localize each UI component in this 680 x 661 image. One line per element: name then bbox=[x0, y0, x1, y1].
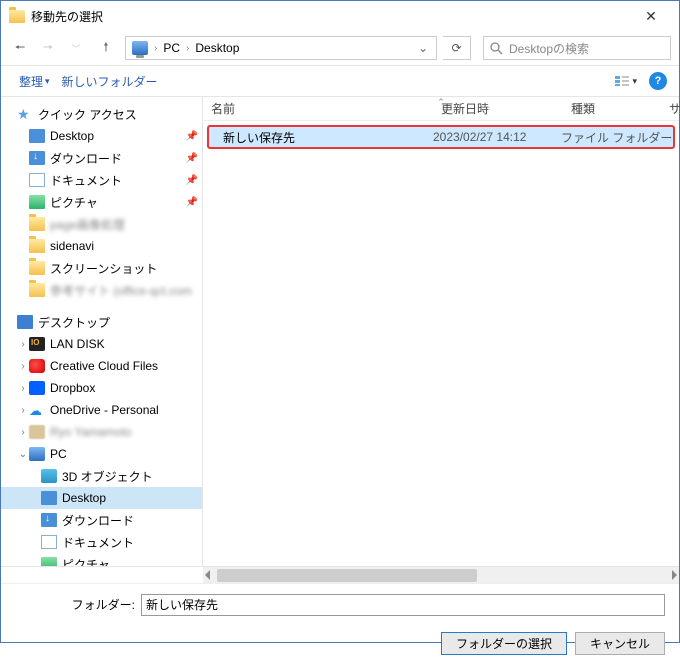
folder-icon bbox=[9, 10, 25, 23]
refresh-button[interactable]: ⟳ bbox=[443, 36, 471, 60]
file-name: 新しい保存先 bbox=[223, 129, 433, 146]
view-icon bbox=[614, 75, 630, 87]
pin-icon: 📌 bbox=[186, 153, 198, 164]
folder-name-input[interactable] bbox=[141, 594, 665, 616]
desktop-icon bbox=[29, 129, 45, 143]
download-icon bbox=[41, 513, 57, 527]
document-icon bbox=[29, 173, 45, 187]
tree-item-selected[interactable]: Desktop bbox=[1, 487, 202, 509]
breadcrumb-pc[interactable]: PC bbox=[159, 41, 184, 55]
user-icon bbox=[29, 425, 45, 439]
tree-item[interactable]: スクリーンショット bbox=[1, 257, 202, 279]
col-type[interactable]: 種類 bbox=[563, 100, 661, 117]
column-headers[interactable]: ⌃ 名前 更新日時 種類 サ bbox=[203, 97, 679, 121]
3dobjects-icon bbox=[41, 469, 57, 483]
tree-item[interactable]: sidenavi bbox=[1, 235, 202, 257]
tree-item[interactable]: 参考サイト (office-qct.com bbox=[1, 279, 202, 301]
chevron-right-icon[interactable]: › bbox=[152, 43, 159, 54]
star-icon bbox=[17, 107, 33, 121]
nav-tree[interactable]: クイック アクセス Desktop📌 ダウンロード📌 ドキュメント📌 ピクチャ📌… bbox=[1, 97, 203, 566]
pin-icon: 📌 bbox=[186, 131, 198, 142]
address-bar[interactable]: › PC › Desktop ⌄ bbox=[125, 36, 437, 60]
folder-icon bbox=[29, 261, 45, 275]
breadcrumb-desktop[interactable]: Desktop bbox=[191, 41, 243, 55]
search-icon bbox=[490, 42, 503, 55]
recent-dropdown[interactable]: ﹀ bbox=[65, 37, 87, 59]
select-folder-button[interactable]: フォルダーの選択 bbox=[441, 632, 567, 655]
horizontal-scrollbar[interactable] bbox=[203, 567, 679, 583]
landisk-icon bbox=[29, 337, 45, 351]
back-button[interactable]: 🠔 bbox=[9, 37, 31, 59]
cancel-button[interactable]: キャンセル bbox=[575, 632, 665, 655]
tree-item[interactable]: ドキュメント📌 bbox=[1, 169, 202, 191]
help-button[interactable]: ? bbox=[649, 72, 667, 90]
tree-item[interactable]: Desktop📌 bbox=[1, 125, 202, 147]
file-row-selected[interactable]: 新しい保存先 2023/02/27 14:12 ファイル フォルダー bbox=[207, 125, 675, 149]
up-button[interactable]: 🠕 bbox=[95, 37, 117, 59]
file-date: 2023/02/27 14:12 bbox=[433, 130, 561, 144]
col-name[interactable]: 名前 bbox=[203, 100, 433, 117]
file-type: ファイル フォルダー bbox=[561, 129, 673, 146]
picture-icon bbox=[41, 557, 57, 566]
download-icon bbox=[29, 151, 45, 165]
col-size[interactable]: サ bbox=[661, 100, 679, 117]
pc-icon bbox=[29, 447, 45, 461]
dropbox-icon bbox=[29, 381, 45, 395]
tree-quick-access[interactable]: クイック アクセス bbox=[1, 103, 202, 125]
creativecloud-icon bbox=[29, 359, 45, 373]
folder-label: フォルダー: bbox=[15, 596, 135, 613]
tree-pc[interactable]: ⌄PC bbox=[1, 443, 202, 465]
tree-item[interactable]: ピクチャ bbox=[1, 553, 202, 566]
folder-icon bbox=[29, 283, 45, 297]
tree-item[interactable]: ›OneDrive - Personal bbox=[1, 399, 202, 421]
folder-icon bbox=[29, 217, 45, 231]
tree-item[interactable]: ›Dropbox bbox=[1, 377, 202, 399]
document-icon bbox=[41, 535, 57, 549]
picture-icon bbox=[29, 195, 45, 209]
window-title: 移動先の選択 bbox=[31, 8, 631, 25]
tree-item[interactable]: ›Creative Cloud Files bbox=[1, 355, 202, 377]
search-placeholder: Desktopの検索 bbox=[509, 40, 589, 57]
tree-item[interactable]: 3D オブジェクト bbox=[1, 465, 202, 487]
tree-item[interactable]: page画像処理 bbox=[1, 213, 202, 235]
tree-item[interactable]: ダウンロード bbox=[1, 509, 202, 531]
pc-icon bbox=[132, 41, 148, 55]
organize-button[interactable]: 整理▾ bbox=[13, 70, 56, 93]
folder-icon bbox=[29, 239, 45, 253]
chevron-right-icon[interactable]: › bbox=[184, 43, 191, 54]
new-folder-button[interactable]: 新しいフォルダー bbox=[56, 70, 164, 93]
desktop-icon bbox=[41, 491, 57, 505]
tree-item[interactable]: ピクチャ📌 bbox=[1, 191, 202, 213]
sort-indicator: ⌃ bbox=[437, 97, 445, 108]
col-date[interactable]: 更新日時 bbox=[433, 100, 563, 117]
pin-icon: 📌 bbox=[186, 175, 198, 186]
view-options-button[interactable]: ▾ bbox=[610, 72, 641, 90]
forward-button[interactable]: 🠖 bbox=[37, 37, 59, 59]
tree-desktop[interactable]: デスクトップ bbox=[1, 311, 202, 333]
pin-icon: 📌 bbox=[186, 197, 198, 208]
tree-item[interactable]: ›LAN DISK bbox=[1, 333, 202, 355]
desktop-icon bbox=[17, 315, 33, 329]
tree-item[interactable]: ダウンロード📌 bbox=[1, 147, 202, 169]
tree-item[interactable]: ドキュメント bbox=[1, 531, 202, 553]
onedrive-icon bbox=[29, 403, 45, 417]
address-dropdown[interactable]: ⌄ bbox=[412, 41, 434, 55]
tree-item[interactable]: ›Ryo Yamamoto bbox=[1, 421, 202, 443]
close-button[interactable]: ✕ bbox=[631, 8, 671, 25]
search-input[interactable]: Desktopの検索 bbox=[483, 36, 671, 60]
